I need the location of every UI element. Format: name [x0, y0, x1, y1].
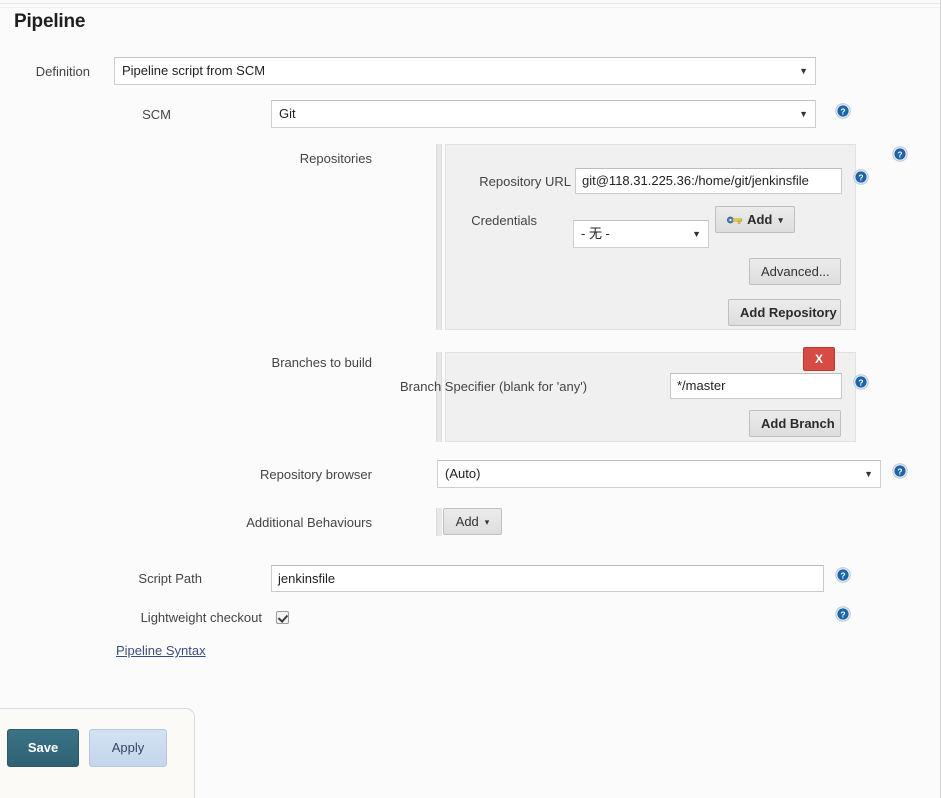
script-path-value: jenkinsfile — [278, 571, 336, 586]
add-repository-button[interactable]: Add Repository — [728, 299, 841, 326]
help-icon-branch-specifier[interactable]: ? — [853, 374, 869, 390]
svg-text:?: ? — [897, 467, 902, 477]
help-icon-lightweight-checkout[interactable]: ? — [835, 606, 851, 622]
repository-browser-label: Repository browser — [260, 467, 372, 482]
credentials-label: Credentials — [471, 213, 537, 228]
key-icon — [727, 208, 743, 224]
help-icon-repositories[interactable]: ? — [892, 146, 908, 162]
save-bar: Save Apply — [0, 708, 195, 798]
save-button[interactable]: Save — [7, 729, 79, 767]
svg-text:?: ? — [858, 378, 863, 388]
svg-text:?: ? — [897, 150, 902, 160]
top-divider — [0, 3, 940, 4]
chevron-down-icon: ▾ — [778, 215, 783, 225]
script-path-input[interactable]: jenkinsfile — [271, 565, 824, 592]
add-behaviour-label: Add — [455, 514, 479, 529]
add-branch-label: Add Branch — [761, 416, 835, 431]
pipeline-config-page: Pipeline Definition Pipeline script from… — [0, 0, 941, 798]
top-divider-secondary — [0, 7, 940, 8]
chevron-down-icon: ▾ — [484, 517, 490, 527]
chevron-down-icon: ▼ — [799, 66, 808, 76]
repository-browser-value: (Auto) — [445, 466, 481, 481]
apply-button[interactable]: Apply — [89, 729, 167, 767]
repository-url-label: Repository URL — [479, 174, 571, 189]
advanced-label: Advanced... — [761, 264, 830, 279]
additional-behaviours-label: Additional Behaviours — [246, 515, 372, 530]
pipeline-syntax-link[interactable]: Pipeline Syntax — [116, 643, 206, 658]
repository-url-input[interactable]: git@118.31.225.36:/home/git/jenkinsfile — [575, 168, 842, 194]
scm-value: Git — [279, 106, 296, 121]
lightweight-checkout-label: Lightweight checkout — [140, 610, 262, 625]
svg-text:?: ? — [840, 107, 845, 117]
add-branch-button[interactable]: Add Branch — [749, 410, 841, 437]
lightweight-checkout-checkbox[interactable] — [276, 611, 289, 624]
help-icon-script-path[interactable]: ? — [835, 567, 851, 583]
repository-browser-select[interactable]: (Auto) ▼ — [437, 460, 881, 488]
credentials-select[interactable]: - 无 - ▼ — [573, 220, 709, 248]
additional-behaviours-gutter — [436, 508, 442, 536]
svg-text:?: ? — [840, 610, 845, 620]
repositories-label: Repositories — [299, 151, 372, 166]
add-repository-label: Add Repository — [740, 305, 837, 320]
page-title: Pipeline — [14, 11, 86, 32]
chevron-down-icon: ▼ — [692, 229, 701, 239]
credentials-value: - 无 - — [581, 226, 610, 241]
definition-label: Definition — [35, 64, 90, 79]
svg-text:?: ? — [858, 173, 863, 183]
delete-branch-button[interactable]: X — [803, 347, 835, 371]
script-path-label: Script Path — [138, 571, 202, 586]
definition-select[interactable]: Pipeline script from SCM ▼ — [114, 57, 816, 85]
branches-gutter — [436, 352, 442, 442]
repositories-gutter — [436, 144, 442, 330]
branch-specifier-value: */master — [677, 378, 726, 393]
repository-url-value: git@118.31.225.36:/home/git/jenkinsfile — [582, 173, 809, 188]
add-credentials-button[interactable]: Add ▾ — [715, 206, 795, 233]
branch-specifier-input[interactable]: */master — [670, 373, 842, 399]
add-credentials-label: Add — [747, 212, 773, 227]
chevron-down-icon: ▼ — [864, 469, 873, 479]
definition-value: Pipeline script from SCM — [122, 63, 266, 78]
scm-select[interactable]: Git ▼ — [271, 100, 816, 128]
add-behaviour-button[interactable]: Add ▾ — [443, 508, 502, 535]
branches-to-build-label: Branches to build — [271, 355, 372, 370]
chevron-down-icon: ▼ — [799, 109, 808, 119]
help-icon-scm[interactable]: ? — [835, 103, 851, 119]
help-icon-repository-browser[interactable]: ? — [892, 463, 908, 479]
branch-specifier-label: Branch Specifier (blank for 'any') — [400, 379, 588, 394]
svg-text:?: ? — [840, 571, 845, 581]
scm-label: SCM — [142, 107, 171, 122]
advanced-button[interactable]: Advanced... — [749, 258, 841, 285]
help-icon-repository-url[interactable]: ? — [853, 169, 869, 185]
